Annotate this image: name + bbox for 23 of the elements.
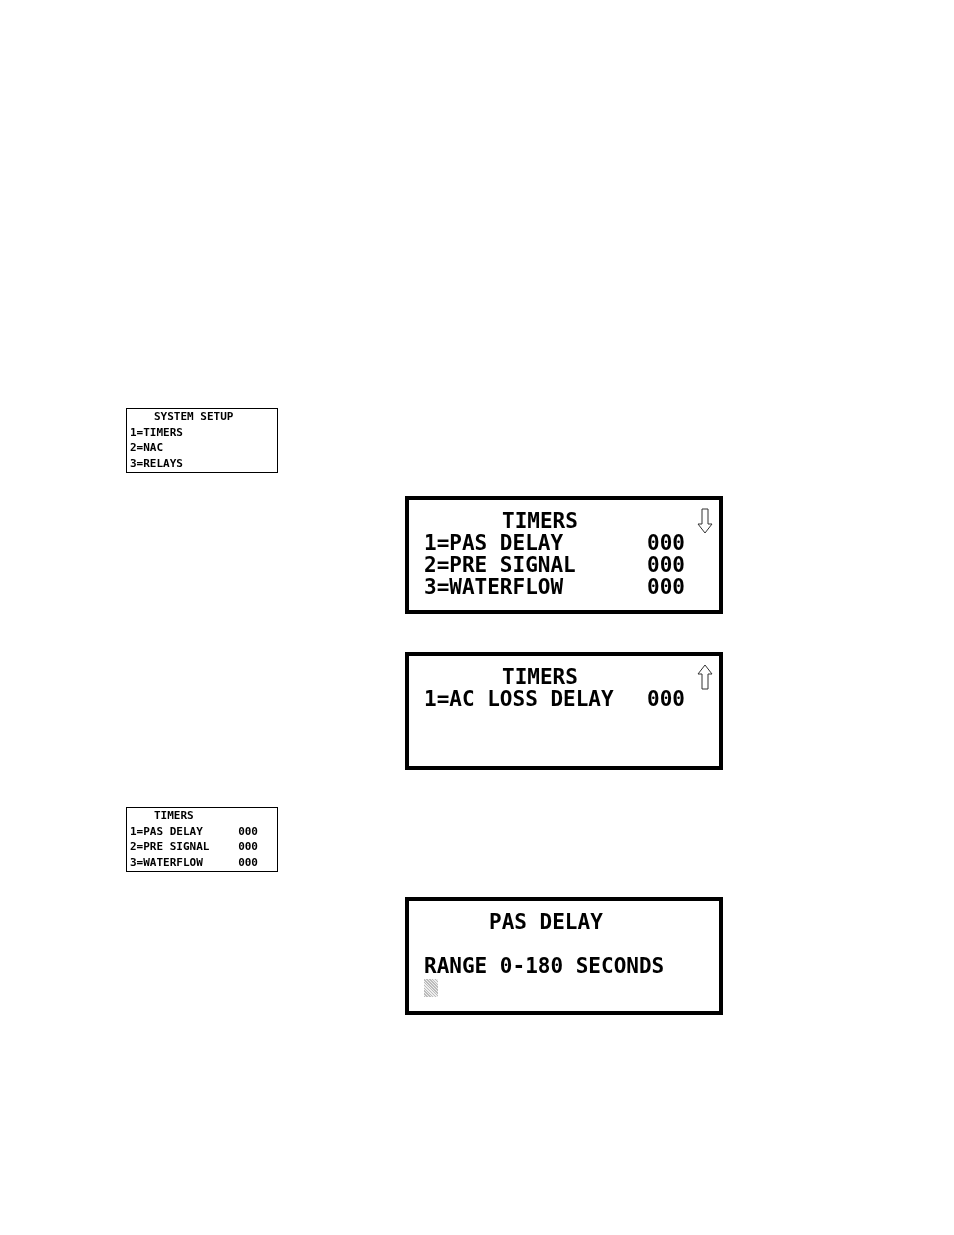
menu-option: 1=PAS DELAY [130, 823, 203, 839]
option-value: 000 [238, 839, 258, 855]
option-value: 000 [647, 532, 685, 554]
display-title: PAS DELAY [488, 911, 604, 933]
menu-option: 1=TIMERS [130, 424, 183, 440]
option-value: 000 [647, 554, 685, 576]
menu-option: 2=PRE SIGNAL [130, 839, 210, 855]
option-value: 000 [238, 823, 258, 839]
menu-option: 3=WATERFLOW [130, 854, 203, 870]
display-title: TIMERS [153, 808, 195, 824]
option-value: 000 [647, 576, 685, 598]
menu-option: 3=RELAYS [130, 455, 183, 471]
display-title: TIMERS [501, 666, 579, 688]
display-title: TIMERS [501, 510, 579, 532]
menu-option: 2=PRE SIGNAL [424, 554, 576, 576]
option-value: 000 [647, 688, 685, 710]
menu-option: RANGE 0-180 SECONDS [424, 955, 665, 977]
menu-option: 1=PAS DELAY [424, 532, 564, 554]
option-value: 000 [238, 854, 258, 870]
menu-option: 2=NAC [130, 440, 164, 456]
menu-option: 3=WATERFLOW [424, 576, 564, 598]
display-title: SYSTEM SETUP [153, 409, 235, 425]
menu-option: 1=AC LOSS DELAY [424, 688, 614, 710]
